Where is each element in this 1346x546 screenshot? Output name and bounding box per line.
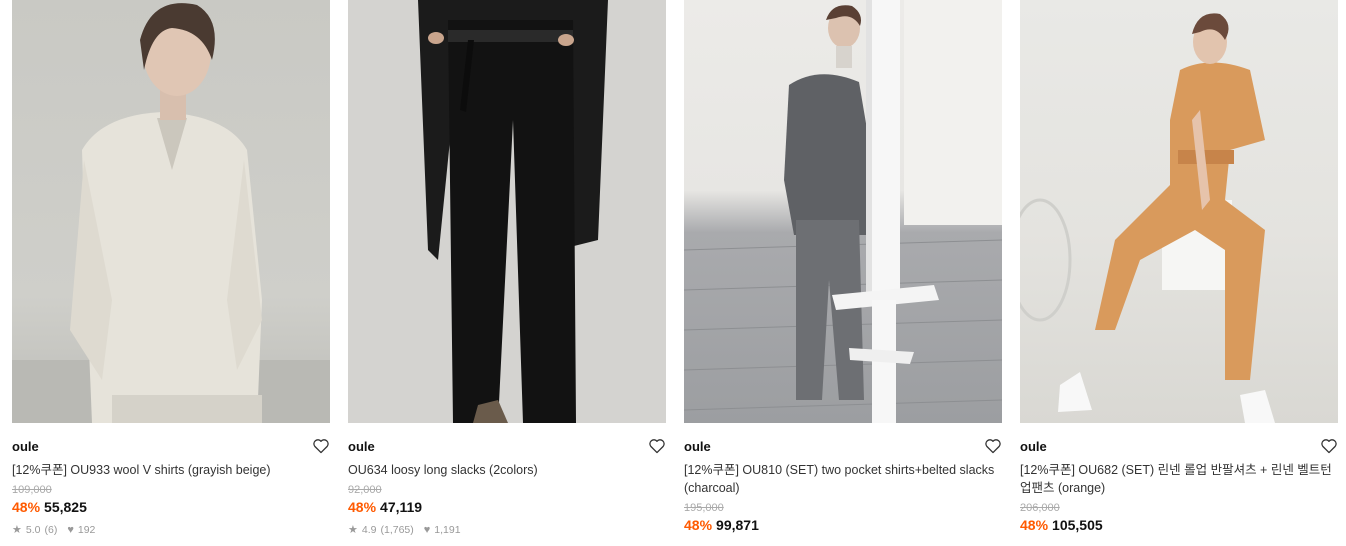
review-count: (1,765) [380, 523, 414, 536]
product-image[interactable] [348, 0, 666, 423]
product-meta: ★ 5.0 (6) ♥ 192 [12, 523, 330, 537]
heart-icon: ♥ [67, 523, 74, 536]
sale-price: 47,119 [380, 499, 423, 515]
price-row: 48% 99,871 [684, 517, 1002, 533]
product-title[interactable]: [12%쿠폰] OU682 (SET) 린넨 롤업 반팔셔츠 + 린넨 벨트턴업… [1020, 461, 1338, 497]
product-image[interactable] [12, 0, 330, 423]
star-icon: ★ [348, 524, 358, 536]
product-grid: oule [12%쿠폰] OU933 wool V shirts (grayis… [12, 0, 1338, 536]
like-count: 1,191 [434, 523, 461, 536]
product-photo-illustration [684, 0, 1002, 423]
product-card[interactable]: oule [12%쿠폰] OU682 (SET) 린넨 롤업 반팔셔츠 + 린넨… [1020, 0, 1338, 536]
sale-price: 99,871 [716, 517, 759, 533]
product-photo-illustration [1020, 13, 1275, 423]
price-row: 48% 105,505 [1020, 517, 1338, 533]
product-card[interactable]: oule [12%쿠폰] OU933 wool V shirts (grayis… [12, 0, 330, 536]
wishlist-heart-icon[interactable] [648, 438, 666, 454]
original-price: 206,000 [1020, 502, 1060, 514]
discount-rate: 48% [12, 499, 41, 515]
brand-name[interactable]: oule [348, 439, 375, 454]
like-count: 192 [77, 523, 96, 536]
product-title[interactable]: OU634 loosy long slacks (2colors) [348, 461, 666, 479]
original-price: 92,000 [348, 484, 382, 496]
price-row: 48% 55,825 [12, 499, 330, 515]
original-price: 195,000 [684, 502, 724, 514]
price-row: 48% 47,119 [348, 499, 666, 515]
product-image[interactable] [1020, 0, 1338, 423]
product-image[interactable] [684, 0, 1002, 423]
discount-rate: 48% [1020, 517, 1049, 533]
product-card[interactable]: oule OU634 loosy long slacks (2colors) 9… [348, 0, 666, 536]
brand-name[interactable]: oule [684, 439, 711, 454]
discount-rate: 48% [684, 517, 713, 533]
sale-price: 105,505 [1052, 517, 1103, 533]
product-photo-illustration [12, 3, 330, 423]
rating-value: 5.0 [25, 523, 41, 536]
product-card[interactable]: oule [12%쿠폰] OU810 (SET) two pocket shir… [684, 0, 1002, 536]
wishlist-heart-icon[interactable] [1320, 438, 1338, 454]
product-photo-illustration [418, 0, 608, 423]
rating-value: 4.9 [361, 523, 377, 536]
brand-name[interactable]: oule [1020, 439, 1047, 454]
original-price: 109,000 [12, 484, 52, 496]
heart-icon: ♥ [423, 523, 431, 536]
discount-rate: 48% [348, 499, 377, 515]
wishlist-heart-icon[interactable] [984, 438, 1002, 454]
star-icon: ★ [12, 524, 22, 536]
sale-price: 55,825 [44, 499, 87, 515]
product-title[interactable]: [12%쿠폰] OU933 wool V shirts (grayish bei… [12, 461, 330, 479]
wishlist-heart-icon[interactable] [312, 438, 330, 454]
product-title[interactable]: [12%쿠폰] OU810 (SET) two pocket shirts+be… [684, 461, 1002, 497]
brand-name[interactable]: oule [12, 439, 39, 454]
review-count: (6) [44, 523, 58, 536]
product-meta: ★ 4.9 (1,765) ♥ 1,191 [348, 523, 666, 537]
